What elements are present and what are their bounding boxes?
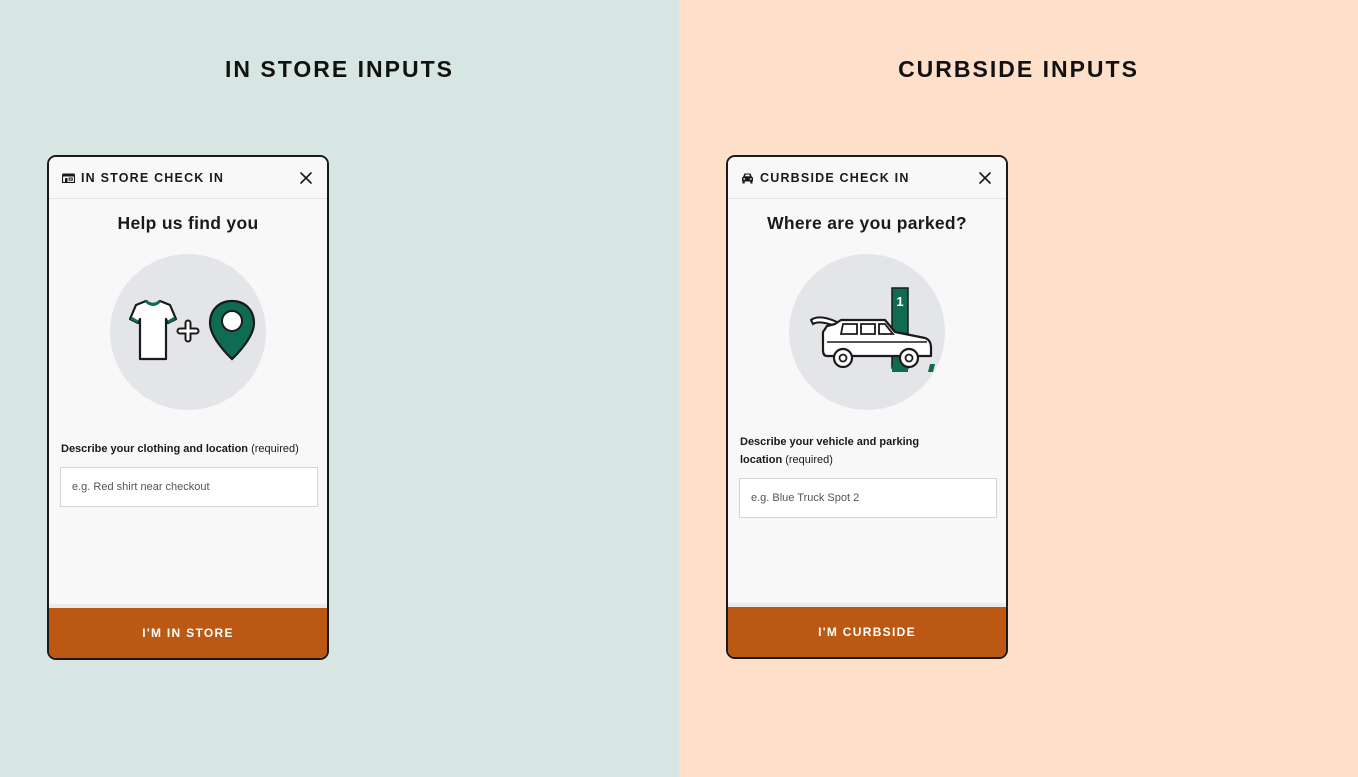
- im-in-store-button[interactable]: I'M IN STORE: [49, 608, 327, 658]
- car-with-open-trunk-icon: [809, 316, 933, 369]
- car-parking-spot-illustration: 1: [789, 254, 945, 410]
- modal-header: CURBSIDE CHECK IN: [728, 157, 1006, 199]
- clothing-location-input[interactable]: [60, 467, 318, 507]
- shirt-plus-location-pin-illustration: [110, 254, 266, 410]
- clothing-location-label: Describe your clothing and location (req…: [61, 440, 315, 458]
- close-icon[interactable]: [976, 169, 994, 187]
- curbside-panel: CURBSIDE INPUTS CURBSIDE CHECK IN Where …: [679, 0, 1358, 777]
- im-curbside-button[interactable]: I'M CURBSIDE: [728, 607, 1006, 657]
- shirt-icon: [128, 299, 178, 361]
- car-icon: [740, 171, 754, 185]
- field-label-required: (required): [251, 443, 299, 455]
- vehicle-parking-label: Describe your vehicle and parking locati…: [740, 433, 940, 469]
- modal-title: Where are you parked?: [767, 213, 967, 233]
- curbside-panel-heading: CURBSIDE INPUTS: [898, 56, 1139, 82]
- field-label-text: Describe your clothing and location: [61, 443, 249, 455]
- modal-header-title: CURBSIDE CHECK IN: [760, 170, 910, 185]
- location-pin-icon: [208, 299, 256, 361]
- modal-header: IN STORE CHECK IN: [49, 157, 327, 199]
- parking-spot-number: 1: [896, 294, 903, 309]
- close-icon[interactable]: [297, 169, 315, 187]
- vehicle-parking-input[interactable]: [739, 478, 997, 518]
- plus-icon: [176, 319, 200, 343]
- in-store-check-in-modal: IN STORE CHECK IN Help us find you Descr…: [47, 155, 329, 660]
- field-label-required: (required): [785, 454, 833, 466]
- modal-title: Help us find you: [117, 213, 259, 233]
- in-store-panel: IN STORE INPUTS IN STORE CHECK IN Help u…: [0, 0, 679, 777]
- modal-header-title: IN STORE CHECK IN: [81, 170, 225, 185]
- curbside-check-in-modal: CURBSIDE CHECK IN Where are you parked? …: [726, 155, 1008, 659]
- in-store-panel-heading: IN STORE INPUTS: [225, 56, 454, 82]
- store-icon: [61, 171, 75, 185]
